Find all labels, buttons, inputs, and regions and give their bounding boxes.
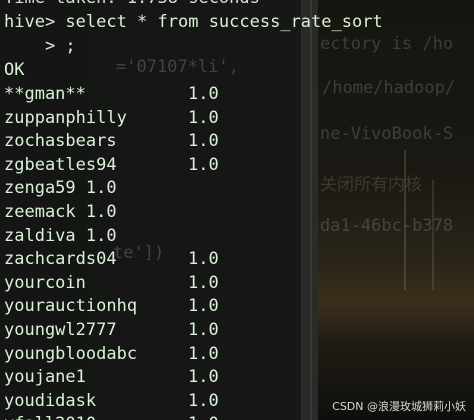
row-value: 1.0 [188, 414, 219, 420]
row-value: 1.0 [188, 84, 219, 104]
row-value: 1.0 [85, 202, 117, 222]
result-row: zachcards04 1.0 [4, 249, 304, 269]
row-value: 1.0 [85, 225, 117, 246]
row-value: 1.0 [85, 178, 117, 199]
result-row: youjane1 1.0 [4, 367, 304, 387]
row-value: 1.0 [188, 320, 219, 340]
row-name: **gman** [4, 84, 86, 104]
result-row: zgbeatles94 1.0 [4, 155, 304, 175]
result-row: **gman** 1.0 [4, 84, 304, 104]
row-name: zachcards04 [4, 249, 117, 270]
row-value: 1.0 [188, 367, 219, 388]
result-row: youdidask 1.0 [4, 391, 304, 411]
row-name: youjane1 [4, 367, 86, 388]
status-ok: OK [4, 60, 25, 80]
row-value: 1.0 [188, 249, 219, 270]
terminal-window[interactable]: Time taken: 1.738 seconds hive> select *… [0, 0, 474, 420]
result-row: youngbloodabc 1.0 [4, 344, 304, 364]
result-row: zenga59 1.0 [4, 178, 304, 198]
row-value: 1.0 [188, 343, 219, 364]
row-name: zochasbears [4, 131, 117, 152]
row-name: youngbloodabc [4, 343, 138, 364]
desktop-screen: ectory is /ho /home/hadoop/ ne-VivoBook-… [0, 0, 474, 420]
row-name: yfall2010 [4, 414, 96, 420]
result-row: yourauctionhq 1.0 [4, 296, 304, 316]
row-name: zuppanphilly [4, 107, 127, 128]
row-name: zenga59 [4, 178, 76, 199]
row-name: zgbeatles94 [4, 154, 117, 175]
result-row: zeemack 1.0 [4, 202, 304, 222]
row-value: 1.0 [188, 272, 219, 293]
row-value: 1.0 [188, 154, 219, 175]
continuation-line: > ; [4, 36, 76, 56]
row-name: zaldiva [4, 225, 76, 246]
result-row: zaldiva 1.0 [4, 226, 304, 246]
row-value: 1.0 [188, 107, 219, 128]
result-row: yfall2010 1.0 [4, 414, 304, 420]
result-row: zochasbears 1.0 [4, 131, 304, 151]
row-name: youdidask [4, 390, 97, 411]
row-name: yourauctionhq [4, 296, 138, 317]
row-value: 1.0 [188, 390, 219, 411]
row-name: youngwl2777 [4, 320, 117, 340]
row-name: yourcoin [4, 272, 86, 293]
result-row: zuppanphilly 1.0 [4, 108, 304, 128]
result-row: yourcoin 1.0 [4, 273, 304, 293]
csdn-watermark: CSDN @浪漫玫城狮莉小妖 [332, 400, 466, 413]
row-value: 1.0 [188, 131, 219, 152]
result-row: youngwl2777 1.0 [4, 320, 304, 340]
row-value: 1.0 [188, 296, 219, 317]
hive-command-line: hive> select * from success_rate_sort [4, 12, 383, 32]
row-name: zeemack [4, 202, 76, 222]
time-taken-line: Time taken: 1.738 seconds [4, 0, 260, 8]
